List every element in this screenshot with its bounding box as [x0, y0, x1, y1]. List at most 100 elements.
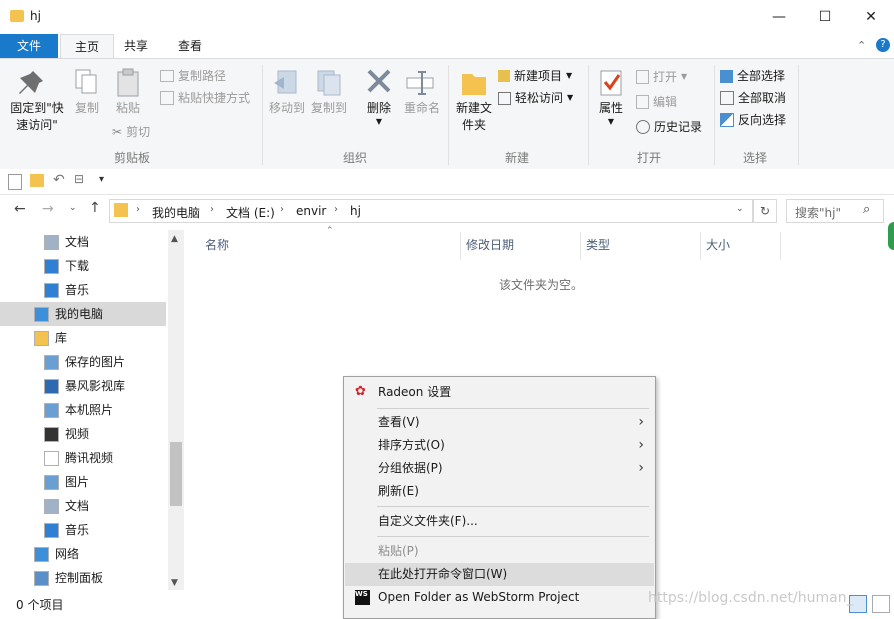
menu-item-refresh[interactable]: 刷新(E)	[345, 480, 654, 503]
customize-toolbar-dropdown-icon[interactable]: ▾	[99, 174, 104, 185]
column-divider[interactable]	[700, 232, 701, 260]
new-folder-icon[interactable]	[30, 174, 44, 187]
breadcrumb-drive-e[interactable]: 文档 (E:)	[226, 204, 275, 221]
back-arrow-icon[interactable]: ←	[14, 201, 26, 217]
open-dropdown-icon: ▼	[681, 72, 688, 81]
nav-item-1[interactable]: 下载	[0, 254, 166, 278]
properties-button[interactable]: 属性 ▼	[594, 67, 628, 147]
menu-item-open-command-window[interactable]: 在此处打开命令窗口(W)	[345, 563, 654, 586]
watermark: https://blog.csdn.net/human_	[648, 590, 854, 606]
nav-item-12[interactable]: 音乐	[0, 518, 166, 542]
nav-item-14[interactable]: 控制面板	[0, 566, 166, 590]
column-divider[interactable]	[780, 232, 781, 260]
forward-arrow-icon[interactable]: →	[42, 201, 54, 217]
undo-icon[interactable]: ↶	[53, 172, 65, 188]
pin-quick-access-button[interactable]: 固定到"快速访问"	[8, 67, 66, 147]
large-icons-view-icon[interactable]	[872, 595, 890, 613]
column-header-type[interactable]: 类型	[586, 236, 610, 253]
nav-item-3[interactable]: 我的电脑	[0, 302, 166, 326]
menu-item-paste[interactable]: 粘贴(P)	[345, 540, 654, 563]
history-button[interactable]: 历史记录	[636, 117, 702, 137]
menu-item-webstorm[interactable]: WS Open Folder as WebStorm Project	[345, 586, 654, 609]
recent-locations-chevron-icon[interactable]: ⌄	[69, 203, 77, 213]
invert-selection-button[interactable]: 反向选择	[720, 110, 786, 130]
history-label: 历史记录	[654, 120, 703, 134]
nav-item-9[interactable]: 腾讯视频	[0, 446, 166, 470]
nav-item-11[interactable]: 文档	[0, 494, 166, 518]
column-header-size[interactable]: 大小	[706, 236, 730, 253]
refresh-icon[interactable]: ↻	[753, 199, 777, 223]
tab-view[interactable]: 查看	[164, 34, 216, 58]
column-divider[interactable]	[460, 232, 461, 260]
help-icon[interactable]: ?	[876, 38, 890, 52]
delete-button[interactable]: 删除 ▼	[362, 67, 396, 147]
nav-item-5[interactable]: 保存的图片	[0, 350, 166, 374]
easy-access-button[interactable]: 轻松访问 ▼	[498, 88, 573, 108]
properties-check-icon[interactable]	[8, 174, 22, 190]
copy-path-button[interactable]: 复制路径	[160, 66, 226, 86]
nav-item-6[interactable]: 暴风影视库	[0, 374, 166, 398]
scroll-down-icon[interactable]: ▼	[171, 578, 178, 588]
new-item-button[interactable]: 新建项目 ▼	[498, 66, 572, 86]
copy-to-button[interactable]: 复制到	[310, 67, 348, 137]
nav-item-8[interactable]: 视频	[0, 422, 166, 446]
up-arrow-icon[interactable]: ↑	[89, 200, 101, 216]
tab-file[interactable]: 文件	[0, 34, 58, 58]
breadcrumb-chevron-icon[interactable]: ›	[280, 204, 284, 215]
search-input[interactable]: 搜索"hj"	[795, 204, 841, 221]
select-none-button[interactable]: 全部取消	[720, 88, 786, 108]
nav-item-10[interactable]: 图片	[0, 470, 166, 494]
properties-dropdown-icon[interactable]: ▼	[594, 117, 628, 126]
scroll-up-icon[interactable]: ▲	[171, 234, 178, 244]
nav-item-0[interactable]: 文档	[0, 230, 166, 254]
nav-item-13[interactable]: 网络	[0, 542, 166, 566]
nav-item-2[interactable]: 音乐	[0, 278, 166, 302]
paste-shortcut-button[interactable]: 粘贴快捷方式	[160, 88, 250, 108]
rename-button[interactable]: 重命名	[402, 67, 442, 137]
breadcrumb-chevron-icon[interactable]: ›	[136, 204, 140, 215]
select-all-button[interactable]: 全部选择	[720, 66, 785, 86]
empty-folder-message: 该文件夹为空。	[499, 278, 584, 292]
address-bar[interactable]: › 我的电脑 › 文档 (E:) › envir › hj ⌄	[109, 199, 753, 223]
breadcrumb-my-computer[interactable]: 我的电脑	[152, 204, 200, 221]
menu-item-customize-folder[interactable]: 自定义文件夹(F)...	[345, 510, 654, 533]
tab-home[interactable]: 主页	[60, 34, 115, 59]
menu-label: 查看(V)	[378, 415, 420, 429]
breadcrumb-chevron-icon[interactable]: ›	[334, 204, 338, 215]
menu-item-group-by[interactable]: 分组依据(P) ›	[345, 457, 654, 480]
rename-icon[interactable]: ⊟	[74, 172, 84, 186]
menu-item-sort-by[interactable]: 排序方式(O) ›	[345, 434, 654, 457]
nav-item-4[interactable]: 库	[0, 326, 166, 350]
new-folder-button[interactable]: 新建文件夹	[454, 67, 494, 147]
search-box[interactable]: 搜索"hj" ⌕	[786, 199, 884, 223]
breadcrumb-chevron-icon[interactable]: ›	[210, 204, 214, 215]
address-dropdown-icon[interactable]: ⌄	[736, 204, 744, 214]
scissors-icon: ✂	[112, 125, 123, 139]
menu-item-radeon-settings[interactable]: ✿ Radeon 设置	[345, 381, 654, 404]
green-floating-icon[interactable]	[888, 222, 894, 250]
tab-share[interactable]: 共享	[110, 34, 162, 58]
copy-button[interactable]: 复制	[70, 67, 104, 137]
minimize-button[interactable]: —	[756, 0, 802, 34]
breadcrumb-envir[interactable]: envir	[296, 204, 326, 218]
move-to-button[interactable]: 移动到	[268, 67, 306, 137]
nav-item-label: 控制面板	[55, 571, 104, 585]
column-header-name[interactable]: 名称	[205, 236, 229, 253]
breadcrumb-hj[interactable]: hj	[350, 204, 361, 218]
open-button[interactable]: 打开 ▼	[636, 67, 687, 87]
maximize-button[interactable]: ☐	[802, 0, 848, 34]
delete-dropdown-icon[interactable]: ▼	[362, 117, 396, 126]
nav-scrollbar[interactable]	[168, 230, 184, 590]
search-icon[interactable]: ⌕	[863, 202, 870, 217]
copy-to-label: 复制到	[310, 101, 347, 115]
column-header-modified[interactable]: 修改日期	[466, 236, 514, 253]
nav-item-7[interactable]: 本机照片	[0, 398, 166, 422]
column-divider[interactable]	[580, 232, 581, 260]
ribbon-collapse-icon[interactable]: ⌃	[857, 39, 866, 52]
paste-clipboard-icon	[117, 68, 139, 97]
nav-scroll-thumb[interactable]	[170, 442, 182, 506]
close-button[interactable]: ✕	[848, 0, 894, 34]
edit-button[interactable]: 编辑	[636, 92, 677, 112]
cut-button[interactable]: ✂ 剪切	[112, 122, 150, 142]
menu-item-view[interactable]: 查看(V) ›	[345, 411, 654, 434]
